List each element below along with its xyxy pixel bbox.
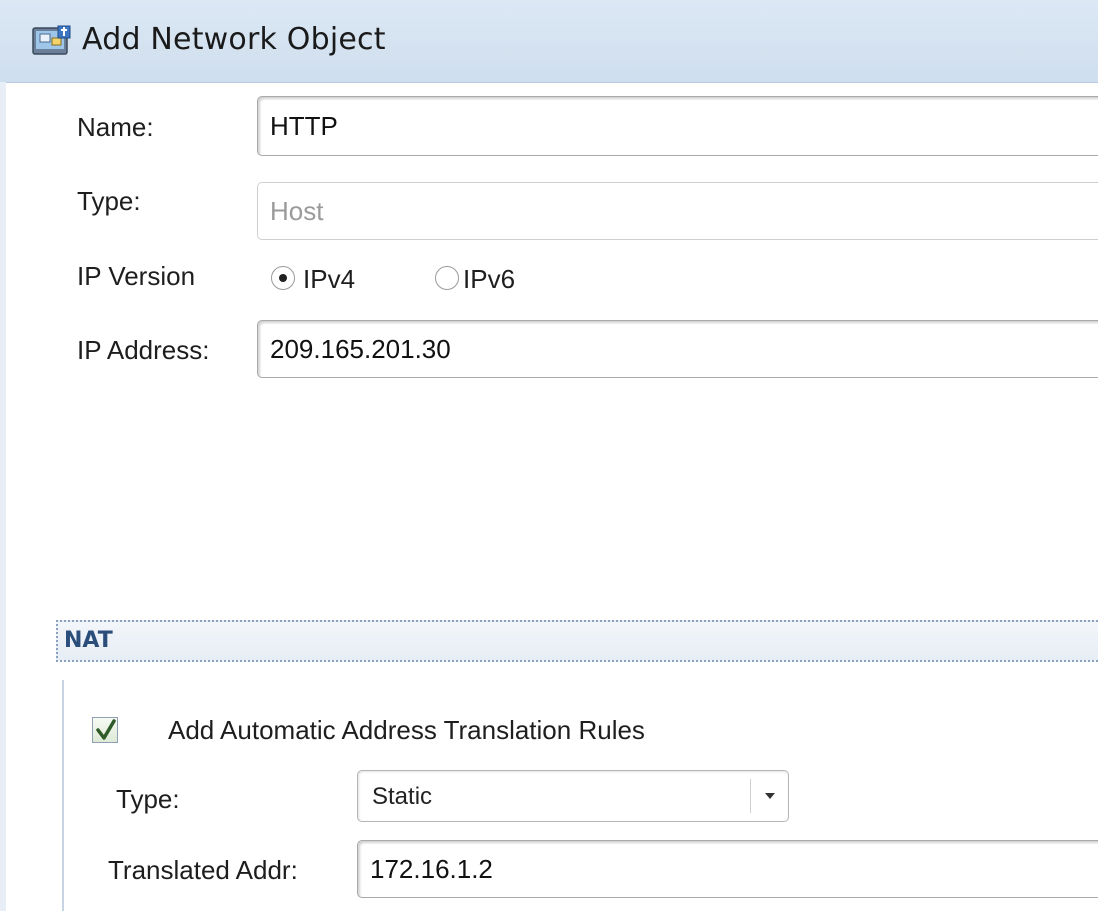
ipv6-label: IPv6 — [463, 264, 516, 294]
ipv4-label: IPv4 — [303, 264, 356, 294]
name-input[interactable]: HTTP — [257, 96, 1098, 156]
select-divider — [750, 779, 751, 813]
translated-addr-input[interactable]: 172.16.1.2 — [357, 840, 1098, 898]
type-field[interactable]: Host — [257, 182, 1098, 240]
translated-addr-value: 172.16.1.2 — [370, 853, 493, 884]
nat-type-value: Static — [372, 783, 433, 810]
ip-version-label: IP Version — [77, 261, 196, 291]
translated-addr-label: Translated Addr: — [108, 855, 298, 885]
dialog-title: Add Network Object — [82, 22, 386, 57]
title-bar[interactable]: Add Network Object — [0, 0, 1098, 83]
auto-rules-label: Add Automatic Address Translation Rules — [168, 715, 645, 745]
network-object-icon — [32, 24, 72, 58]
name-input-value: HTTP — [270, 110, 338, 141]
auto-rules-checkbox[interactable] — [92, 717, 118, 743]
checkmark-icon — [96, 719, 116, 740]
left-border — [0, 82, 6, 911]
ip-address-value: 209.165.201.30 — [270, 333, 451, 364]
nat-type-label: Type: — [116, 784, 180, 814]
chevron-down-icon[interactable] — [760, 785, 780, 805]
ip-address-label: IP Address: — [77, 335, 210, 365]
type-field-value: Host — [270, 195, 324, 226]
name-label: Name: — [77, 112, 154, 142]
nat-section-title: NAT — [64, 628, 113, 653]
nat-type-select[interactable]: Static — [357, 770, 789, 822]
ipv6-radio[interactable] — [435, 266, 459, 290]
nat-section-header[interactable]: NAT — [56, 620, 1098, 662]
ipv4-radio[interactable] — [271, 266, 295, 290]
type-label: Type: — [77, 186, 141, 216]
add-network-object-dialog: Add Network Object Name: HTTP Type: Host… — [0, 0, 1098, 911]
ip-address-input[interactable]: 209.165.201.30 — [257, 320, 1098, 378]
